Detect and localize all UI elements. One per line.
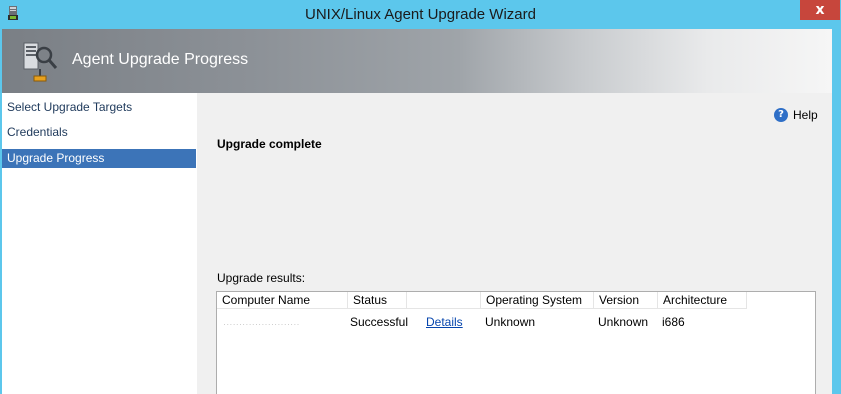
server-agent-icon [23,42,58,82]
title-bar: UNIX/Linux Agent Upgrade Wizard x [0,0,841,29]
wizard-content: ? Help Upgrade complete Upgrade results:… [197,93,832,394]
close-button[interactable]: x [800,0,840,20]
page-title: Agent Upgrade Progress [72,51,249,68]
help-label: Help [793,108,818,122]
wizard-header: Agent Upgrade Progress [2,29,832,93]
cell-computer-name: ························ [223,319,300,329]
nav-item-credentials[interactable]: Credentials [2,123,196,142]
window-frame-right [832,29,841,394]
column-header-details[interactable] [407,292,481,309]
table-header: Computer Name Status Operating System Ve… [217,292,747,309]
column-header-version[interactable]: Version [594,292,658,309]
results-label: Upgrade results: [217,271,306,285]
nav-item-select-upgrade-targets[interactable]: Select Upgrade Targets [2,98,196,117]
cell-architecture: i686 [662,315,685,329]
column-header-operating-system[interactable]: Operating System [481,292,594,309]
cell-operating-system: Unknown [485,315,536,329]
help-link[interactable]: ? Help [774,108,818,122]
column-header-computer-name[interactable]: Computer Name [217,292,348,309]
help-icon: ? [774,108,788,122]
results-table[interactable]: Computer Name Status Operating System Ve… [216,291,816,394]
details-link[interactable]: Details [426,315,463,329]
column-header-architecture[interactable]: Architecture [658,292,747,309]
upgrade-status-heading: Upgrade complete [217,137,322,151]
column-header-status[interactable]: Status [348,292,407,309]
cell-version: Unknown [598,315,649,329]
window-title: UNIX/Linux Agent Upgrade Wizard [305,6,536,23]
cell-status: Successful [350,315,409,329]
nav-item-upgrade-progress[interactable]: Upgrade Progress [2,149,196,168]
wizard-nav: Select Upgrade Targets Credentials Upgra… [2,93,197,394]
